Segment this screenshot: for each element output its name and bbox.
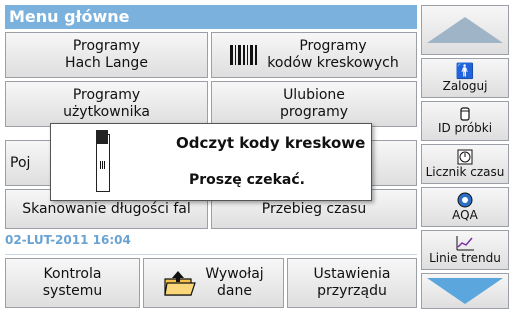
recall-data-button[interactable]: Wywołaj dane [143, 258, 284, 308]
scroll-up-arrow-icon [427, 17, 503, 43]
scroll-down-button[interactable] [421, 273, 509, 309]
login-button[interactable]: 🚹 Zaloguj [421, 58, 509, 98]
aqa-button[interactable]: AQA [421, 187, 509, 227]
dialog-title: Odczyt kody kreskowe [176, 134, 366, 152]
barcode-icon [230, 45, 258, 65]
status-divider [5, 254, 417, 255]
single-wavelength-label: Poj [10, 154, 31, 171]
sample-id-label: ID próbki [437, 121, 493, 135]
time-course-label: Przebieg czasu [261, 200, 367, 217]
system-check-label: Kontrola systemu [42, 266, 103, 299]
aqa-label: AQA [452, 208, 478, 222]
person-icon: 🚹 [455, 62, 475, 80]
scroll-down-arrow-icon [427, 278, 503, 304]
timer-button[interactable]: Licznik czasu [421, 144, 509, 184]
dialog-message: Proszę czekać. [189, 172, 305, 188]
favorite-programs-button[interactable]: Ulubione programy [211, 81, 417, 127]
favorite-programs-label: Ulubione programy [279, 87, 349, 120]
hach-lange-programs-label: Programy Hach Lange [65, 38, 148, 71]
barcode-programs-label: Programy kodów kreskowych [267, 38, 399, 71]
aqa-icon [457, 192, 473, 208]
barcode-reading-dialog: Odczyt kody kreskowe Proszę czekać. [50, 123, 372, 201]
folder-icon [164, 271, 197, 296]
trend-lines-label: Linie trendu [429, 251, 501, 265]
trend-chart-icon [456, 236, 474, 251]
hach-lange-programs-button[interactable]: Programy Hach Lange [5, 32, 208, 78]
wavelength-scan-label: Skanowanie długości fal [22, 200, 191, 217]
recall-data-label: Wywołaj dane [205, 266, 264, 299]
instrument-setup-button[interactable]: Ustawienia przyrządu [287, 258, 417, 308]
user-programs-label: Programy użytkownika [63, 87, 150, 120]
cylinder-icon [460, 107, 470, 121]
instrument-setup-label: Ustawienia przyrządu [313, 266, 391, 299]
page-title: Menu główne [5, 5, 417, 29]
scroll-up-button[interactable] [421, 5, 509, 55]
datetime-display: 02-LUT-2011 16:04 [5, 233, 131, 247]
barcode-programs-button[interactable]: Programy kodów kreskowych [211, 32, 417, 78]
timer-label: Licznik czasu [425, 165, 505, 179]
system-check-button[interactable]: Kontrola systemu [5, 258, 140, 308]
vial-cap-icon [96, 130, 108, 144]
user-programs-button[interactable]: Programy użytkownika [5, 81, 208, 127]
timer-icon [457, 149, 473, 165]
login-label: Zaloguj [442, 79, 488, 93]
sample-id-button[interactable]: ID próbki [421, 101, 509, 141]
trend-lines-button[interactable]: Linie trendu [421, 230, 509, 270]
